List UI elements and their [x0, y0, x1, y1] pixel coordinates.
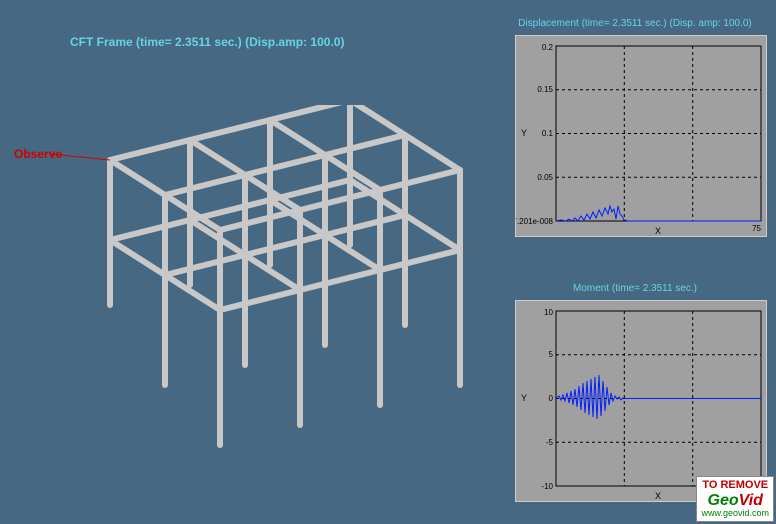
- ytick-b1: -5: [546, 438, 554, 447]
- watermark-brand: GeoVid: [701, 492, 769, 510]
- displacement-chart: -7.201e-008 0.05 0.1 0.15 0.2 X Y 75: [515, 35, 767, 237]
- xlabel-bot: X: [655, 491, 661, 501]
- ylabel-bot: Y: [521, 393, 527, 403]
- displacement-chart-title: Displacement (time= 2.3511 sec.) (Disp. …: [495, 18, 775, 29]
- ytick-4: 0.2: [542, 43, 554, 52]
- page-title: CFT Frame (time= 2.3511 sec.) (Disp.amp:…: [70, 35, 344, 49]
- ytick-b3: 5: [549, 350, 554, 359]
- ytick-1: 0.05: [537, 173, 553, 182]
- cft-frame-viewport: [50, 105, 470, 455]
- watermark-url: www.geovid.com: [701, 509, 769, 519]
- ytick-b0: -10: [541, 482, 553, 491]
- watermark-badge: TO REMOVE GeoVid www.geovid.com: [696, 476, 774, 522]
- ytick-3: 0.15: [537, 85, 553, 94]
- moment-chart: -10 -5 0 5 10 X Y: [515, 300, 767, 502]
- ytick-b2: 0: [549, 394, 554, 403]
- svg-text:75: 75: [752, 224, 761, 233]
- xlabel-top: X: [655, 226, 661, 236]
- ytick-b4: 10: [544, 308, 553, 317]
- ytick-0: -7.201e-008: [516, 217, 554, 226]
- ytick-2: 0.1: [542, 129, 554, 138]
- moment-chart-title: Moment (time= 2.3511 sec.): [495, 283, 775, 294]
- watermark-line1: TO REMOVE: [701, 479, 769, 491]
- ylabel-top: Y: [521, 128, 527, 138]
